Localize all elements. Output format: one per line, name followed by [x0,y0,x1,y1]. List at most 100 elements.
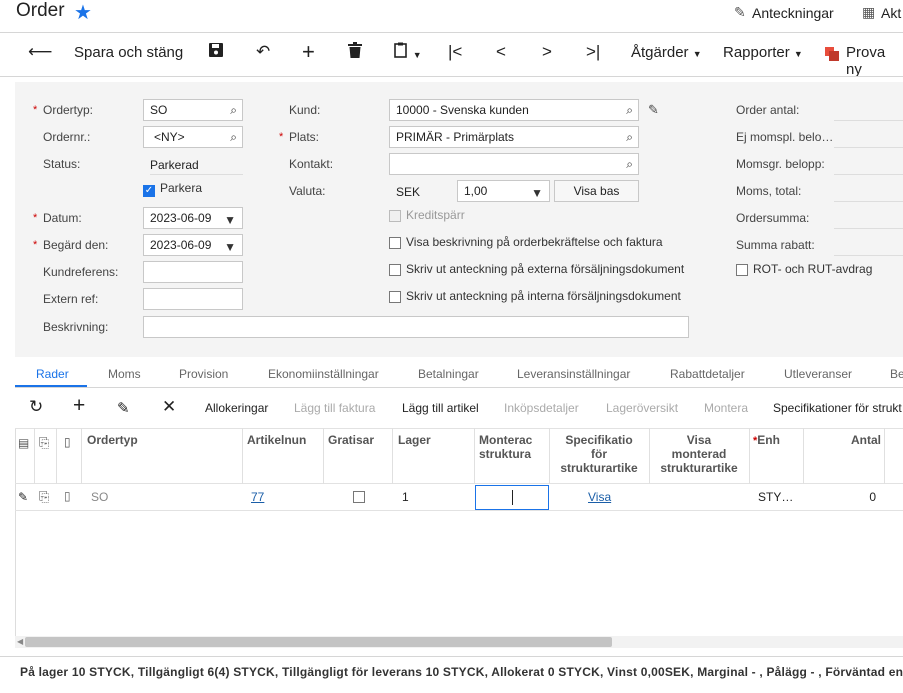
purchase-details-button[interactable]: Inköpsdetaljer [504,401,579,415]
col-show-assembled[interactable]: Visa monterad strukturartike [651,433,747,475]
actions-label: Åtgärder [631,44,689,61]
chevron-down-icon[interactable]: ▼ [224,213,236,227]
refresh-icon[interactable]: ↻ [29,397,43,417]
tab-rader[interactable]: Rader [36,367,69,381]
print-external-note-checkbox[interactable] [389,264,401,279]
col-divider [549,428,550,484]
col-article-nbr[interactable]: Artikelnun [247,433,306,447]
scrollbar-thumb[interactable] [25,637,612,647]
delete-row-icon[interactable]: ✕ [162,397,176,417]
try-new-icon[interactable] [825,47,839,61]
date-input[interactable]: 2023-06-09 ▼ [143,207,243,229]
tab-rabatt[interactable]: Rabattdetaljer [670,367,745,381]
print-internal-note-checkbox[interactable] [389,291,401,306]
save-close-button[interactable]: Spara och stäng [74,44,183,61]
col-specification[interactable]: Specifikatio för strukturartike [551,433,647,475]
add-invoice-button[interactable]: Lägg till faktura [294,401,375,415]
add-item-button[interactable]: Lägg till artikel [402,401,479,415]
allocations-button[interactable]: Allokeringar [205,401,268,415]
favorite-star-icon[interactable]: ★ [74,0,92,25]
assemble-button[interactable]: Montera [704,401,748,415]
inventory-summary-button[interactable]: Lageröversikt [606,401,678,415]
search-icon[interactable]: ⌕ [230,103,237,118]
save-icon[interactable] [208,42,224,63]
first-record-icon[interactable]: |< [448,42,462,62]
toolbar-divider [0,76,903,77]
next-record-icon[interactable]: > [542,42,552,62]
row-edit-icon[interactable]: ✎ [18,490,28,504]
chevron-down-icon[interactable]: ▼ [224,240,236,254]
cell-spec-link[interactable]: Visa [588,490,611,504]
try-new-button[interactable]: Prova ny [846,44,903,78]
order-nbr-input[interactable]: <NY> ⌕ [143,126,243,148]
cell-assembled-editor[interactable] [475,485,549,510]
currency-value[interactable]: SEK [396,185,420,199]
cell-qty[interactable]: 0 [808,490,876,504]
description-input[interactable] [143,316,689,338]
currency-rate-select[interactable]: 1,00 ▼ [457,180,550,202]
actions-menu[interactable]: Åtgärder ▼ [631,44,702,61]
last-record-icon[interactable]: >| [586,42,600,62]
col-free[interactable]: Gratisar [328,433,374,447]
order-nbr-label: Ordernr.: [43,130,91,144]
col-warehouse[interactable]: Lager [398,433,431,447]
search-icon[interactable]: ⌕ [626,103,633,118]
previous-record-icon[interactable]: < [496,42,506,62]
reports-menu[interactable]: Rapporter ▼ [723,44,803,61]
customer-input[interactable]: 10000 - Svenska kunden ⌕ [389,99,639,121]
order-type-value: SO [150,103,168,117]
show-description-checkbox[interactable] [389,237,401,252]
rot-rut-checkbox[interactable] [736,264,748,279]
notes-icon[interactable]: ✎ [734,4,746,21]
cell-free-checkbox[interactable] [353,491,365,506]
col-spec-line3: strukturartike [560,461,638,475]
attachment-icon[interactable]: ⎘ [39,435,49,451]
add-row-icon[interactable]: + [73,394,85,418]
row-selector-icon[interactable]: ▤ [18,436,29,450]
cell-warehouse[interactable]: 1 [402,490,409,504]
tab-leverans[interactable]: Leveransinställningar [517,367,630,381]
copy-paste-icon[interactable]: ▼ [394,42,422,63]
add-icon[interactable]: + [302,39,315,65]
tab-betalningar[interactable]: Betalningar [418,367,479,381]
note-icon[interactable]: ▯ [64,435,71,449]
undo-icon[interactable]: ↶ [256,42,270,62]
tab-more[interactable]: Be [890,367,903,381]
tab-ekonomi[interactable]: Ekonomiinställningar [268,367,379,381]
delete-icon[interactable] [348,42,362,63]
hold-checkbox[interactable]: ✓ [143,182,155,197]
col-show-line2: monterad [671,447,727,461]
col-ordertype[interactable]: Ordertyp [87,433,138,447]
cell-uom[interactable]: STY… [758,490,793,504]
back-arrow-icon[interactable]: ⟵ [28,42,52,62]
tab-utleveranser[interactable]: Utleveranser [784,367,852,381]
search-icon[interactable]: ⌕ [230,130,237,145]
contact-input[interactable]: ⌕ [389,153,639,175]
edit-pencil-icon[interactable]: ✎ [648,102,659,118]
external-ref-input[interactable] [143,288,243,310]
specifications-button[interactable]: Specifikationer för strukt [773,401,902,415]
tab-moms[interactable]: Moms [108,367,141,381]
order-type-input[interactable]: SO ⌕ [143,99,243,121]
notes-link[interactable]: Anteckningar [752,5,834,21]
search-icon[interactable]: ⌕ [626,157,633,172]
requested-date-input[interactable]: 2023-06-09 ▼ [143,234,243,256]
tab-provision[interactable]: Provision [179,367,228,381]
row-note-icon[interactable]: ▯ [64,489,71,503]
col-assembled[interactable]: Monterac struktura [479,433,547,461]
row-attachment-icon[interactable]: ⎘ [39,489,49,505]
location-input[interactable]: PRIMÄR - Primärplats ⌕ [389,126,639,148]
col-uom[interactable]: *Enh [753,433,780,448]
activities-link[interactable]: Akt [881,5,901,21]
col-qty[interactable]: Antal [808,433,881,447]
edit-row-icon[interactable]: ✎ [117,399,130,417]
scroll-left-icon[interactable]: ◀ [17,637,23,646]
grid-row-bottom [15,510,903,511]
grid-header-top [15,428,903,429]
credit-hold-checkbox[interactable] [389,210,401,225]
search-icon[interactable]: ⌕ [626,130,633,145]
cell-article-link[interactable]: 77 [251,490,264,504]
calendar-icon[interactable]: ▦ [862,4,875,21]
customer-ref-input[interactable] [143,261,243,283]
view-base-button[interactable]: Visa bas [554,180,639,202]
